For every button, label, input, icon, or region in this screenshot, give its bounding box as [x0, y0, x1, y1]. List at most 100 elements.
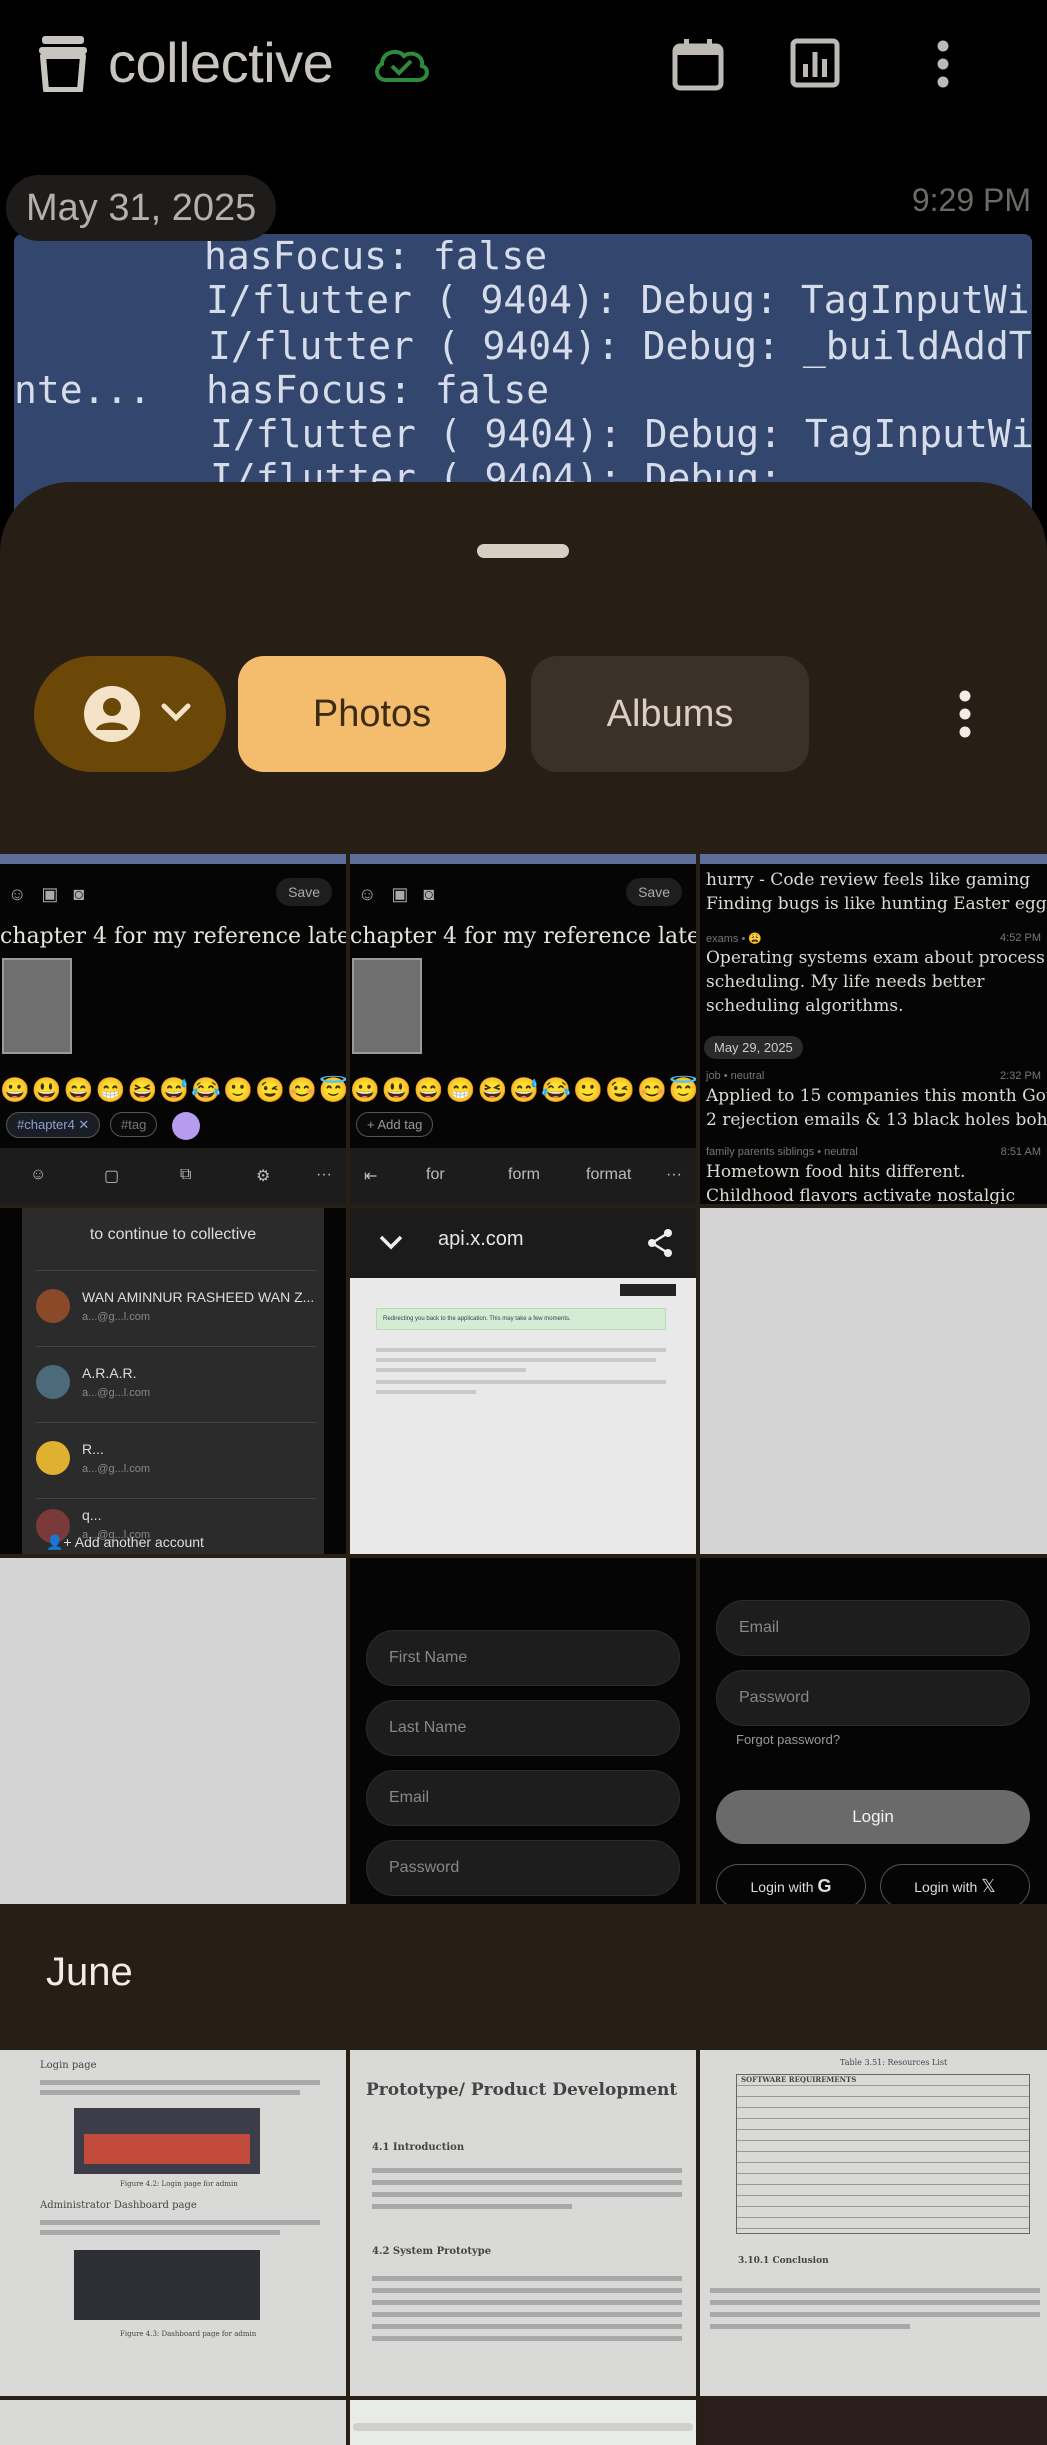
account-name: A.R.A.R.: [82, 1365, 137, 1381]
table-heading: SOFTWARE REQUIREMENTS: [741, 2075, 857, 2084]
photo-thumbnail-login[interactable]: Email Password Forgot password? Login Lo…: [700, 1558, 1047, 1904]
app-title: collective: [108, 31, 334, 94]
text-line: [372, 2324, 682, 2329]
attachment-thumbnail: [2, 958, 72, 1054]
photo-thumbnail-blank[interactable]: [700, 1208, 1047, 1554]
keyboard-toolbar: ☺ ▢ ⧉ ⚙ ···: [0, 1148, 346, 1204]
text-line: [40, 2220, 320, 2225]
calendar-icon[interactable]: [672, 38, 724, 92]
note-text: Finding bugs is like hunting Easter egg: [706, 894, 1047, 914]
app-logo-icon: [39, 36, 87, 92]
suggestion: format: [586, 1166, 632, 1183]
photo-thumbnail-document[interactable]: Login page Figure 4.2: Login page for ad…: [0, 2050, 346, 2396]
photo-thumbnail-blank[interactable]: [0, 1558, 346, 1904]
emoji-row: 😀😃😄😁😆😅😂🙂😉😊😇🙃: [350, 1077, 696, 1104]
figure-login-image: [74, 2108, 260, 2174]
email-field: Email: [366, 1770, 680, 1826]
site-logo: [620, 1284, 676, 1296]
doc-list-item: Login page: [40, 2060, 97, 2071]
doc-section: 4.2 System Prototype: [372, 2246, 492, 2257]
doc-list-item: Administrator Dashboard page: [40, 2200, 197, 2211]
account-chooser-heading: to continue to collective: [89, 1226, 257, 1243]
password-field: Password: [716, 1670, 1030, 1726]
login-x-button: Login with 𝕏: [880, 1864, 1030, 1904]
table-caption: Table 3.51: Resources List: [840, 2058, 948, 2067]
text-line: [376, 1348, 666, 1352]
tab-albums[interactable]: Albums: [531, 656, 809, 772]
tag-input: #tag: [110, 1112, 158, 1137]
account-row: WAN AMINNUR RASHEED WAN Z... a...@g...l.…: [36, 1270, 316, 1346]
text-line: [40, 2230, 280, 2235]
chevron-down-icon: [379, 1235, 403, 1250]
text-line: [372, 2336, 682, 2341]
photo-thumbnail-browser[interactable]: api.x.com Redirecting you back to the ap…: [350, 1208, 696, 1554]
resource-table: SOFTWARE REQUIREMENTS: [736, 2074, 1030, 2234]
note-text: scheduling. My life needs better: [706, 972, 985, 992]
account-email: a...@g...l.com: [82, 1311, 151, 1323]
log-line: I/flutter ( 9404): Debug: TagInputWidget…: [206, 278, 1032, 322]
more-vert-icon[interactable]: [928, 38, 958, 90]
doc-section: 3.10.1 Conclusion: [738, 2256, 829, 2266]
section-header-june: June: [46, 1950, 133, 1994]
time-label: 9:29 PM: [911, 182, 1031, 218]
status-strip: [0, 854, 346, 864]
sheet-drag-handle[interactable]: [477, 544, 569, 558]
note-time: 2:32 PM: [1000, 1070, 1041, 1082]
cloud-synced-icon: [375, 49, 429, 82]
attachment-thumbnail: [352, 958, 422, 1054]
photo-thumbnail-signup[interactable]: First Name Last Name Email Password: [350, 1558, 696, 1904]
text-line: [372, 2288, 682, 2293]
note-text: Operating systems exam about process: [706, 948, 1045, 968]
login-google-button: Login with G: [716, 1864, 866, 1904]
account-email: a...@g...l.com: [82, 1387, 151, 1399]
photo-thumbnail-accounts[interactable]: to continue to collective WAN AMINNUR RA…: [0, 1208, 346, 1554]
photo-thumbnail-chat-a[interactable]: ☺ ▣ ◙ Save chapter 4 for my reference la…: [0, 854, 346, 1204]
text-line: [372, 2312, 682, 2317]
log-line: I/flutter ( 9404): Debug: TagInputWidget…: [210, 412, 1032, 456]
photo-thumbnail-notes[interactable]: hurry - Code review feels like gaming Fi…: [700, 854, 1047, 1204]
more-vert-icon[interactable]: [950, 688, 980, 740]
add-account-link: 👤+ Add another account: [46, 1534, 204, 1551]
figure-banner: [84, 2134, 250, 2164]
note-time: 4:52 PM: [1000, 932, 1041, 944]
x-logo-icon: 𝕏: [981, 1876, 996, 1896]
email-field: Email: [716, 1600, 1030, 1656]
chat-message: chapter 4 for my reference later: [0, 924, 346, 949]
note-text: Applied to 15 companies this month Got: [706, 1086, 1047, 1106]
photo-thumbnail-document[interactable]: [0, 2400, 346, 2445]
text-line: [372, 2204, 572, 2209]
status-strip: [350, 854, 696, 864]
browser-toolbar: api.x.com: [350, 1208, 696, 1278]
account-row: A.R.A.R. a...@g...l.com: [36, 1346, 316, 1422]
account-name: WAN AMINNUR RASHEED WAN Z...: [82, 1289, 315, 1305]
note-text: 2 rejection emails & 13 black holes boh: [706, 1110, 1047, 1130]
tag-chip: #chapter4 ✕: [6, 1112, 101, 1138]
chat-toolbar-icons: ☺ ▣ ◙: [8, 884, 85, 904]
photo-thumbnail-document[interactable]: Table 3.51: Resources List SOFTWARE REQU…: [700, 2050, 1047, 2396]
text-line: [40, 2080, 320, 2085]
text-line: [372, 2168, 682, 2173]
account-name: R...: [82, 1441, 104, 1457]
account-row: R... a...@g...l.com: [36, 1422, 316, 1498]
tab-photos[interactable]: Photos: [238, 656, 506, 772]
photo-thumbnail-room[interactable]: [700, 2400, 1047, 2445]
note-text: Childhood flavors activate nostalgic: [706, 1186, 1016, 1204]
avatar: [36, 1365, 70, 1399]
keyboard-suggestions: ⇤ for form format ···: [350, 1148, 696, 1204]
text-line: [710, 2300, 1040, 2305]
forgot-password-link: Forgot password?: [736, 1732, 841, 1747]
text-line: [372, 2180, 682, 2185]
account-email: a...@g...l.com: [82, 1463, 151, 1475]
gesture-nav-bar[interactable]: [353, 2423, 693, 2431]
photo-thumbnail-document[interactable]: Prototype/ Product Development 4.1 Intro…: [350, 2050, 696, 2396]
log-line: hasFocus: false: [204, 234, 548, 278]
photo-thumbnail-chat-b[interactable]: ☺ ▣ ◙ Save chapter 4 for my reference la…: [350, 854, 696, 1204]
status-strip: [700, 854, 1047, 864]
login-button: Login: [716, 1790, 1030, 1844]
stats-icon[interactable]: [790, 38, 840, 88]
profile-selector-button[interactable]: [34, 656, 226, 772]
figure-caption: Figure 4.3: Dashboard page for admin: [120, 2330, 257, 2338]
text-line: [710, 2324, 910, 2329]
note-text: scheduling algorithms.: [706, 996, 904, 1016]
confirm-tag-icon: [172, 1112, 200, 1140]
